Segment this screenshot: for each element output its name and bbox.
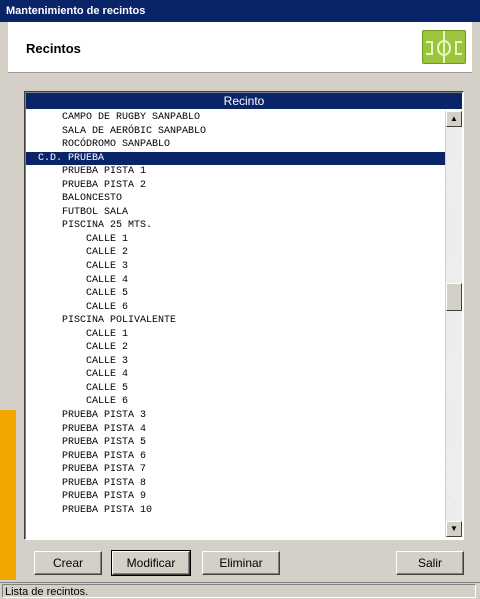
decorative-side-strip bbox=[0, 410, 16, 580]
eliminar-button[interactable]: Eliminar bbox=[202, 551, 280, 575]
list-item[interactable]: PISCINA 25 MTS. bbox=[26, 219, 446, 233]
list-item[interactable]: PRUEBA PISTA 1 bbox=[26, 165, 446, 179]
eliminar-button-label: Eliminar bbox=[219, 556, 263, 570]
list-item[interactable]: PRUEBA PISTA 5 bbox=[26, 436, 446, 450]
list-item[interactable]: CALLE 4 bbox=[26, 274, 446, 288]
list-item[interactable]: CALLE 5 bbox=[26, 287, 446, 301]
page-title: Recintos bbox=[26, 41, 81, 56]
scroll-up-icon[interactable]: ▲ bbox=[446, 111, 462, 127]
status-bar: Lista de recintos. bbox=[0, 582, 480, 599]
list-item[interactable]: PRUEBA PISTA 7 bbox=[26, 463, 446, 477]
list-item[interactable]: CALLE 6 bbox=[26, 301, 446, 315]
list-item[interactable]: PRUEBA PISTA 4 bbox=[26, 423, 446, 437]
column-header-recinto[interactable]: Recinto bbox=[26, 93, 462, 109]
modificar-button[interactable]: Modificar bbox=[111, 550, 191, 576]
modificar-button-label: Modificar bbox=[126, 556, 176, 570]
list-item[interactable]: BALONCESTO bbox=[26, 192, 446, 206]
window-titlebar: Mantenimiento de recintos bbox=[0, 0, 480, 22]
list-rows[interactable]: CAMPO DE RUGBY SANPABLO SALA DE AERÓBIC … bbox=[26, 111, 446, 537]
recintos-list[interactable]: Recinto CAMPO DE RUGBY SANPABLO SALA DE … bbox=[24, 91, 464, 540]
sports-field-icon bbox=[422, 30, 466, 64]
scrollbar-thumb[interactable] bbox=[446, 283, 462, 311]
list-item[interactable]: CALLE 6 bbox=[26, 395, 446, 409]
list-item[interactable]: C.D. PRUEBA bbox=[26, 151, 446, 166]
vertical-scrollbar[interactable]: ▲ ▼ bbox=[445, 111, 462, 537]
list-item[interactable]: PISCINA POLIVALENTE bbox=[26, 314, 446, 328]
list-item[interactable]: PRUEBA PISTA 6 bbox=[26, 450, 446, 464]
status-text: Lista de recintos. bbox=[2, 584, 476, 598]
salir-button-label: Salir bbox=[417, 556, 442, 570]
list-item[interactable]: CALLE 2 bbox=[26, 341, 446, 355]
crear-button[interactable]: Crear bbox=[34, 551, 102, 575]
list-item[interactable]: PRUEBA PISTA 8 bbox=[26, 477, 446, 491]
list-item[interactable]: ROCÓDROMO SANPABLO bbox=[26, 138, 446, 152]
list-item[interactable]: CALLE 5 bbox=[26, 382, 446, 396]
list-item[interactable]: PRUEBA PISTA 2 bbox=[26, 179, 446, 193]
list-item[interactable]: FUTBOL SALA bbox=[26, 206, 446, 220]
list-item[interactable]: CALLE 3 bbox=[26, 260, 446, 274]
salir-button[interactable]: Salir bbox=[396, 551, 464, 575]
scroll-down-icon[interactable]: ▼ bbox=[446, 521, 462, 537]
window-title: Mantenimiento de recintos bbox=[6, 5, 146, 17]
list-item[interactable]: CAMPO DE RUGBY SANPABLO bbox=[26, 111, 446, 125]
list-item[interactable]: CALLE 4 bbox=[26, 368, 446, 382]
list-item[interactable]: PRUEBA PISTA 10 bbox=[26, 504, 446, 518]
list-item[interactable]: CALLE 3 bbox=[26, 355, 446, 369]
list-item[interactable]: PRUEBA PISTA 3 bbox=[26, 409, 446, 423]
crear-button-label: Crear bbox=[52, 556, 83, 570]
page-header: Recintos bbox=[8, 22, 472, 73]
list-item[interactable]: CALLE 1 bbox=[26, 328, 446, 342]
list-item[interactable]: CALLE 2 bbox=[26, 246, 446, 260]
list-item[interactable]: SALA DE AERÓBIC SANPABLO bbox=[26, 125, 446, 139]
list-item[interactable]: CALLE 1 bbox=[26, 233, 446, 247]
list-item[interactable]: PRUEBA PISTA 9 bbox=[26, 490, 446, 504]
